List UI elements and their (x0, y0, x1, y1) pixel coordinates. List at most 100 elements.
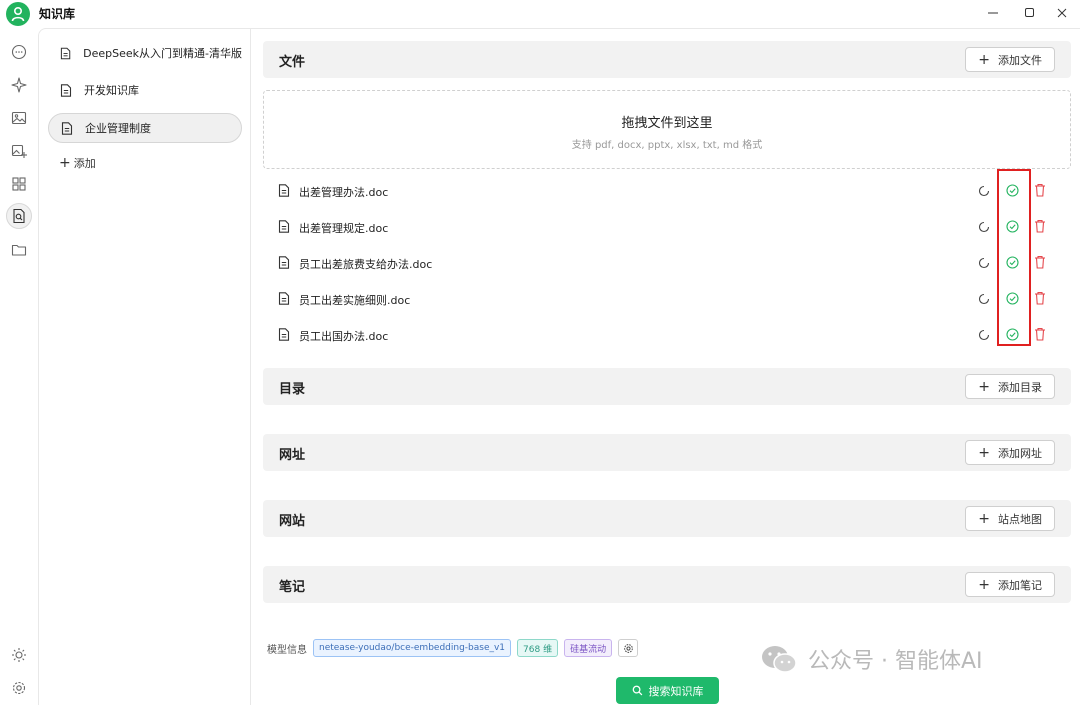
model-info-label: 模型信息 (267, 644, 307, 656)
dimension-tag: 768 维 (517, 639, 559, 657)
delete-icon[interactable] (1034, 255, 1046, 269)
button-label: 站点地图 (998, 512, 1042, 526)
watermark-text: 公众号 · 智能体AI (808, 649, 983, 674)
status-highlight-box (997, 169, 1031, 346)
refresh-icon[interactable] (978, 185, 990, 197)
document-icon (278, 220, 290, 233)
kb-item-enterprise[interactable]: 企业管理制度 (48, 113, 242, 143)
sun-icon[interactable] (6, 642, 32, 668)
file-name: 出差管理规定.doc (299, 222, 389, 235)
document-icon (278, 328, 290, 341)
knowledge-base-list: DeepSeek从入门到精通-清华版 开发知识库 企业管理制度 + 添加 (38, 28, 251, 705)
model-settings-button[interactable] (618, 639, 639, 657)
kb-item-label: 企业管理制度 (85, 122, 151, 135)
user-avatar-icon[interactable] (6, 2, 30, 26)
file-dropzone[interactable]: 拖拽文件到这里 支持 pdf, docx, pptx, xlsx, txt, m… (263, 90, 1071, 169)
model-info: 模型信息 netease-youdao/bce-embedding-base_v… (267, 638, 639, 658)
delete-icon[interactable] (1034, 183, 1046, 197)
add-label: 添加 (73, 157, 96, 170)
plus-icon: + (978, 378, 990, 395)
watermark: 公众号 · 智能体AI (760, 643, 983, 675)
button-label: 添加网址 (998, 446, 1042, 460)
knowledge-base-detail: 文件 + 添加文件 拖拽文件到这里 支持 pdf, docx, pptx, xl… (251, 28, 1080, 705)
add-url-button[interactable]: + 添加网址 (965, 440, 1055, 465)
delete-icon[interactable] (1034, 219, 1046, 233)
file-name: 员工出国办法.doc (299, 330, 389, 343)
delete-icon[interactable] (1034, 291, 1046, 305)
document-icon (60, 47, 71, 59)
file-name: 员工出差实施细则.doc (299, 294, 411, 307)
delete-icon[interactable] (1034, 327, 1046, 341)
url-section-header: 网址 + 添加网址 (263, 434, 1071, 471)
file-row: 出差管理办法.doc (278, 177, 1058, 207)
file-row: 员工出差旅费支给办法.doc (278, 249, 1058, 279)
add-note-button[interactable]: + 添加笔记 (965, 572, 1055, 597)
icon-rail (0, 28, 38, 705)
button-label: 添加笔记 (998, 578, 1042, 592)
file-row: 员工出国办法.doc (278, 321, 1058, 351)
close-button[interactable] (1044, 2, 1080, 24)
dropzone-title: 拖拽文件到这里 (621, 116, 713, 131)
file-name: 出差管理办法.doc (299, 186, 389, 199)
document-icon (278, 292, 290, 305)
sitemap-button[interactable]: + 站点地图 (965, 506, 1055, 531)
add-directory-button[interactable]: + 添加目录 (965, 374, 1055, 399)
button-label: 添加目录 (998, 380, 1042, 394)
refresh-icon[interactable] (978, 221, 990, 233)
apps-grid-icon[interactable] (6, 171, 32, 197)
search-knowledge-base-button[interactable]: 搜索知识库 (616, 677, 719, 704)
close-icon (1057, 8, 1067, 18)
gear-icon (623, 643, 633, 653)
image-icon[interactable] (6, 105, 32, 131)
notes-section-header: 笔记 + 添加笔记 (263, 566, 1071, 603)
document-icon (278, 184, 290, 197)
kb-item-dev[interactable]: 开发知识库 (48, 75, 242, 105)
directory-section-header: 目录 + 添加目录 (263, 368, 1071, 405)
refresh-icon[interactable] (978, 329, 990, 341)
section-title: 文件 (279, 55, 306, 70)
window-title: 知识库 (39, 7, 76, 21)
website-section-header: 网站 + 站点地图 (263, 500, 1071, 537)
files-section-header: 文件 + 添加文件 (263, 41, 1071, 78)
section-title: 笔记 (279, 580, 306, 595)
section-title: 网站 (279, 514, 306, 529)
maximize-button[interactable] (1012, 2, 1048, 24)
document-icon (278, 256, 290, 269)
document-icon (60, 83, 72, 97)
file-row: 出差管理规定.doc (278, 213, 1058, 243)
title-bar: 知识库 (0, 0, 1080, 28)
refresh-icon[interactable] (978, 257, 990, 269)
add-knowledge-base-button[interactable]: + 添加 (59, 155, 96, 171)
kb-item-deepseek[interactable]: DeepSeek从入门到精通-清华版 (48, 38, 242, 68)
add-file-button[interactable]: + 添加文件 (965, 47, 1055, 72)
file-row: 员工出差实施细则.doc (278, 285, 1058, 315)
search-button-label: 搜索知识库 (648, 684, 704, 698)
provider-tag: 硅基流动 (564, 639, 613, 657)
section-title: 目录 (279, 382, 306, 397)
file-name: 员工出差旅费支给办法.doc (299, 258, 433, 271)
folder-icon[interactable] (6, 237, 32, 263)
minimize-icon (988, 12, 998, 14)
button-label: 添加文件 (998, 53, 1042, 67)
knowledge-search-icon[interactable] (6, 203, 32, 229)
section-title: 网址 (279, 448, 306, 463)
settings-gear-icon[interactable] (6, 675, 32, 701)
image-edit-icon[interactable] (6, 138, 32, 164)
refresh-icon[interactable] (978, 293, 990, 305)
plus-icon: + (978, 576, 990, 593)
maximize-icon (1025, 8, 1034, 17)
sparkle-icon[interactable] (6, 72, 32, 98)
chat-icon[interactable] (6, 39, 32, 65)
model-name-tag: netease-youdao/bce-embedding-base_v1 (313, 639, 512, 657)
kb-item-label: DeepSeek从入门到精通-清华版 (83, 47, 242, 60)
document-icon (61, 121, 73, 135)
wechat-icon (762, 646, 797, 673)
minimize-button[interactable] (975, 2, 1011, 24)
plus-icon: + (978, 444, 990, 461)
dropzone-subtitle: 支持 pdf, docx, pptx, xlsx, txt, md 格式 (571, 140, 763, 151)
search-icon (632, 685, 642, 696)
plus-icon: + (978, 510, 990, 527)
plus-icon: + (59, 155, 71, 171)
kb-item-label: 开发知识库 (84, 84, 139, 97)
plus-icon: + (978, 51, 990, 68)
